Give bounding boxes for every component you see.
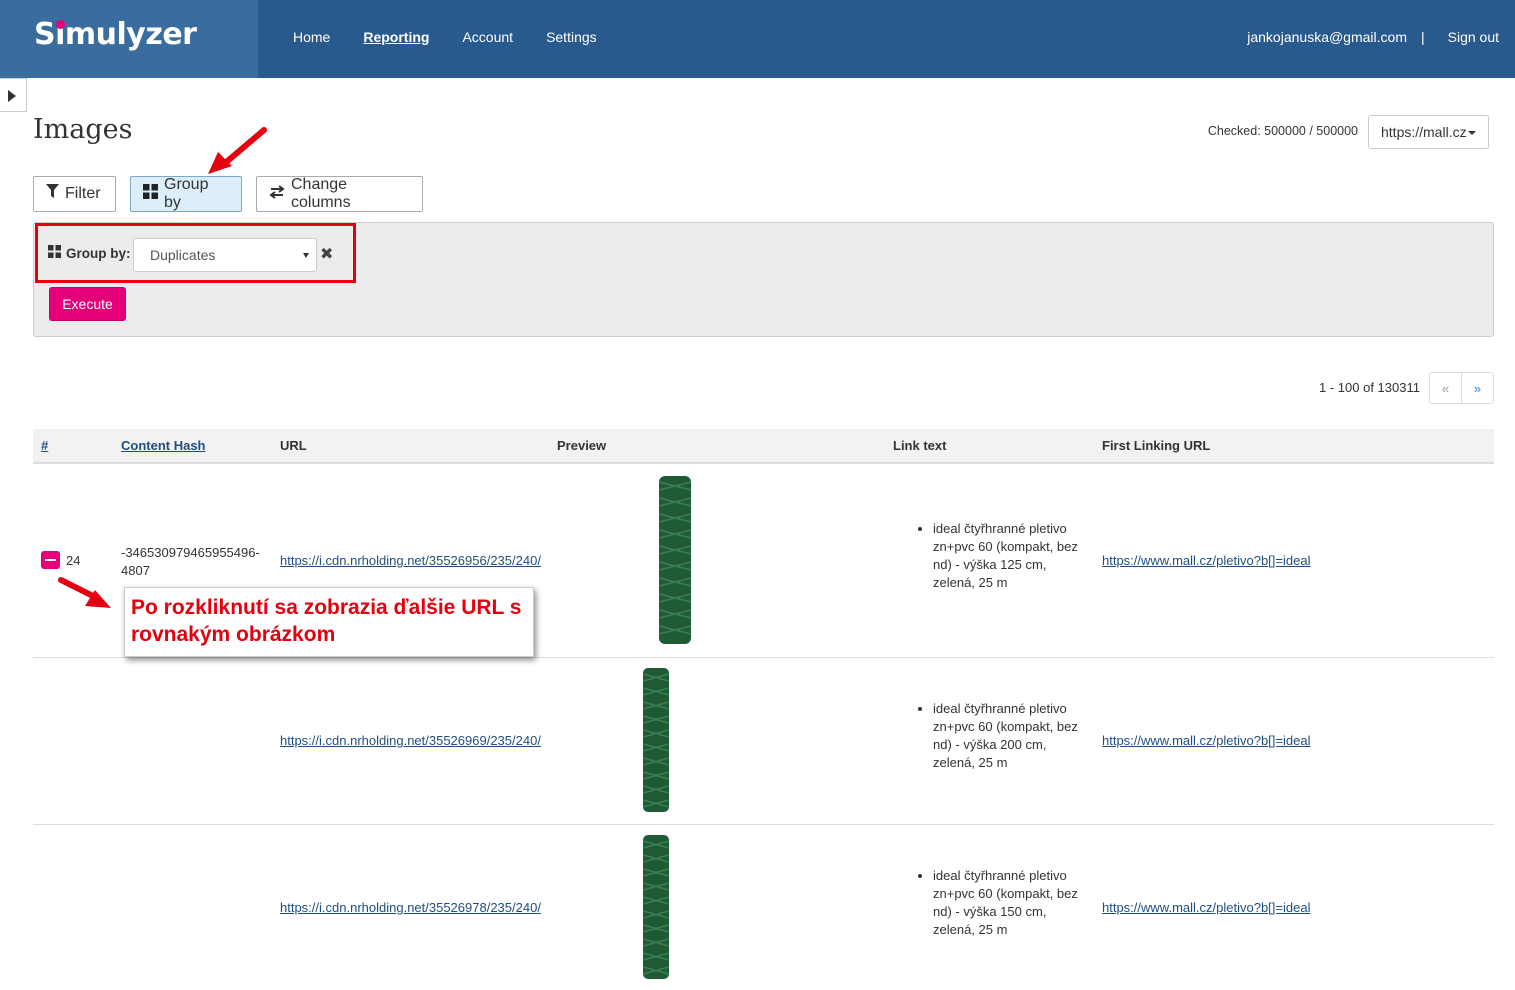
checked-label: Checked: xyxy=(1207,124,1261,138)
filter-icon xyxy=(46,184,59,204)
change-columns-button-label: Change columns xyxy=(291,176,351,211)
nav-home[interactable]: Home xyxy=(293,29,330,45)
brand-logo-dot-letter: i xyxy=(55,17,65,52)
site-select[interactable]: https://mall.cz xyxy=(1368,115,1489,149)
swap-arrows-icon xyxy=(269,184,285,204)
filter-button[interactable]: Filter xyxy=(33,176,116,212)
row-url[interactable]: https://i.cdn.nrholding.net/35526969/235… xyxy=(280,733,541,748)
column-header-url: URL xyxy=(280,438,307,453)
content-hash: -346530979465955496-4807 xyxy=(121,545,260,578)
brand-logo-prefix: S xyxy=(34,17,56,52)
nav-account[interactable]: Account xyxy=(462,29,513,45)
image-preview xyxy=(640,833,672,984)
link-text-cell: ideal čtyřhranné pletivo zn+pvc 60 (komp… xyxy=(915,867,1090,939)
column-header-link-text: Link text xyxy=(893,438,947,453)
image-preview xyxy=(640,666,672,817)
image-url-link[interactable]: https://i.cdn.nrholding.net/35526978/235… xyxy=(280,900,541,915)
first-linking-url-link[interactable]: https://www.mall.cz/pletivo?b[]=ideal xyxy=(1102,733,1310,748)
link-text-item: ideal čtyřhranné pletivo zn+pvc 60 (komp… xyxy=(933,700,1090,772)
first-linking-url[interactable]: https://www.mall.cz/pletivo?b[]=ideal xyxy=(1102,553,1310,568)
checked-status: Checked: 500000 / 500000 xyxy=(1208,124,1358,138)
user-area: jankojanuska@gmail.com | Sign out xyxy=(1247,29,1499,45)
first-linking-url-link[interactable]: https://www.mall.cz/pletivo?b[]=ideal xyxy=(1102,900,1310,915)
column-header-num[interactable]: # xyxy=(41,438,48,453)
image-preview xyxy=(655,474,695,649)
sort-num-link[interactable]: # xyxy=(41,438,48,453)
execute-button[interactable]: Execute xyxy=(49,287,126,321)
first-linking-url[interactable]: https://www.mall.cz/pletivo?b[]=ideal xyxy=(1102,733,1310,748)
grid-icon xyxy=(143,184,158,204)
column-header-preview: Preview xyxy=(557,438,607,453)
annotation-callout: Po rozkliknutí sa zobrazia ďalšie URL s … xyxy=(124,587,534,657)
annotation-highlight-box xyxy=(35,223,356,283)
change-columns-button[interactable]: Change columns xyxy=(256,176,423,212)
group-count: 24 xyxy=(66,553,81,568)
sort-hash-link[interactable]: Content Hash xyxy=(121,438,206,453)
first-linking-url-link[interactable]: https://www.mall.cz/pletivo?b[]=ideal xyxy=(1102,553,1310,568)
nav-settings[interactable]: Settings xyxy=(546,29,597,45)
nav-reporting[interactable]: Reporting xyxy=(363,29,429,45)
sidebar-toggle-button[interactable] xyxy=(0,78,27,112)
annotation-arrow-icon xyxy=(55,574,117,615)
brand-logo-suffix: mulyzer xyxy=(64,17,197,52)
brand-logo[interactable]: Simulyzer xyxy=(34,17,197,52)
column-header-hash[interactable]: Content Hash xyxy=(121,438,206,453)
collapse-group-button[interactable] xyxy=(41,551,60,569)
sign-out-link[interactable]: Sign out xyxy=(1448,29,1499,45)
table-header: # Content Hash URL Preview Link text Fir… xyxy=(33,429,1494,464)
link-text-item: ideal čtyřhranné pletivo zn+pvc 60 (komp… xyxy=(933,867,1090,939)
top-bar: Simulyzer Home Reporting Account Setting… xyxy=(0,0,1515,78)
row-divider xyxy=(33,824,1494,825)
site-select-value: https://mall.cz xyxy=(1381,124,1467,140)
row-divider xyxy=(33,657,1494,658)
filter-button-label: Filter xyxy=(65,185,101,202)
first-linking-url[interactable]: https://www.mall.cz/pletivo?b[]=ideal xyxy=(1102,900,1310,915)
image-url-link[interactable]: https://i.cdn.nrholding.net/35526956/235… xyxy=(280,553,541,568)
link-text-cell: ideal čtyřhranné pletivo zn+pvc 60 (komp… xyxy=(915,700,1090,772)
main-nav: Home Reporting Account Settings xyxy=(293,29,630,45)
annotation-arrow-icon xyxy=(200,124,272,183)
pagination-prev-button[interactable]: « xyxy=(1430,373,1462,403)
user-separator: | xyxy=(1420,29,1425,45)
link-text-item: ideal čtyřhranné pletivo zn+pvc 60 (komp… xyxy=(933,520,1090,592)
pagination-info: 1 - 100 of 130311 xyxy=(1319,380,1420,395)
checked-value: 500000 / 500000 xyxy=(1264,124,1358,138)
pagination-next-button[interactable]: » xyxy=(1462,373,1493,403)
caret-down-icon xyxy=(1467,131,1476,136)
page-title: Images xyxy=(33,114,133,145)
image-url-link[interactable]: https://i.cdn.nrholding.net/35526969/235… xyxy=(280,733,541,748)
pagination: « » xyxy=(1429,372,1494,404)
row-url[interactable]: https://i.cdn.nrholding.net/35526956/235… xyxy=(280,553,541,568)
brand-area: Simulyzer xyxy=(0,0,258,78)
link-text-cell: ideal čtyřhranné pletivo zn+pvc 60 (komp… xyxy=(915,520,1090,592)
column-header-first-linking-url: First Linking URL xyxy=(1102,438,1211,453)
user-email[interactable]: jankojanuska@gmail.com xyxy=(1247,29,1407,45)
row-url[interactable]: https://i.cdn.nrholding.net/35526978/235… xyxy=(280,900,541,915)
